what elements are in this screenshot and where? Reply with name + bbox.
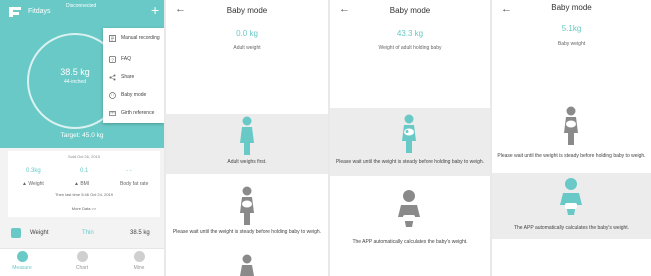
top-bar: Fitdays Disconnected + (0, 0, 164, 22)
tab-chart[interactable]: Chart (67, 251, 97, 276)
body-fat-change-value: - - (126, 168, 132, 174)
step-app-calculates: The APP automatically calculates the bab… (352, 239, 468, 245)
page-title: Baby mode (226, 6, 268, 15)
weight-change-value: 0.3kg (26, 168, 41, 174)
menu-item-girth-reference[interactable]: Girth reference (103, 105, 164, 123)
menu-item-label: FAQ (121, 56, 132, 62)
measure-date: Sold Oct 26, 2019 (67, 154, 101, 159)
weight-change-label: ▲ Weight (22, 181, 44, 187)
holding-weight-label: Weight of adult holding baby (378, 45, 442, 51)
ring-subtext: 44-inched (64, 79, 86, 85)
measure-icon (16, 251, 28, 262)
baby-mode-adult-screen: ← Baby mode 0.0 kg Adult weight Adult we… (166, 0, 328, 276)
summary-card: Sold Oct 26, 2019 0.3kg 0.1 - - ▲ Weight… (8, 151, 160, 217)
girth-icon (109, 111, 116, 116)
svg-text:?: ? (111, 57, 114, 62)
menu-item-label: Manual recording (121, 35, 160, 41)
active-step-panel: Please wait until the weight is steady b… (330, 108, 490, 176)
tab-label: Mine (133, 265, 145, 271)
menu-item-baby-mode[interactable]: Baby mode (103, 87, 164, 105)
menu-item-faq[interactable]: ? FAQ (103, 51, 164, 69)
bmi-change-value: 0.1 (80, 168, 89, 174)
weight-row[interactable]: Weight Thin 38.5 kg (8, 225, 160, 241)
connection-status: Disconnected (66, 3, 97, 9)
bmi-change-label: ▲ BMI (74, 181, 90, 187)
step-wait-steady: Please wait until the weight is steady b… (497, 153, 646, 159)
adult-weight-label: Adult weight (233, 45, 261, 51)
step-wait-steady: Please wait until the weight is steady b… (335, 159, 485, 165)
step-app-calculates: The APP automatically calculates the bab… (513, 225, 630, 231)
tab-mine[interactable]: Mine (124, 251, 154, 276)
bottom-tab-bar: Measure Chart Mine (0, 248, 164, 276)
menu-item-manual-recording[interactable]: Manual recording (103, 30, 164, 48)
body-fat-change-label: Body fat rate (120, 181, 149, 187)
adult-figure-icon (240, 116, 254, 155)
active-step-panel: The APP automatically calculates the bab… (492, 173, 651, 239)
menu-item-share[interactable]: Share (103, 69, 164, 87)
target-weight: Target: 45.0 kg (60, 132, 104, 139)
menu-item-label: Share (121, 74, 135, 80)
fitdays-logo-icon (9, 7, 21, 17)
app-name: Fitdays (28, 8, 51, 15)
holding-weight-value: 43.3 kg (396, 29, 424, 38)
adult-holding-baby-icon (240, 186, 254, 225)
tab-label: Measure (12, 265, 32, 271)
baby-mode-holding-screen: ← Baby mode 43.3 kg Weight of adult hold… (330, 0, 490, 276)
current-weight: 38.5 kg (60, 67, 90, 77)
adult-figure-icon (240, 254, 254, 276)
share-icon (109, 74, 116, 81)
page-title: Baby mode (389, 6, 431, 15)
weight-row-value: 38.5 kg (130, 230, 150, 236)
baby-weight-value: 5.1kg (561, 24, 582, 33)
adult-holding-baby-icon (402, 114, 416, 153)
weight-row-label: Weight (30, 230, 49, 236)
home-screen: Fitdays Disconnected + 38.5 kg 44-inched… (0, 0, 164, 276)
page-title: Baby mode (551, 3, 592, 12)
baby-figure-icon (398, 190, 420, 227)
step-adult-weighs-first: Adult weighs first. (227, 159, 267, 165)
tab-measure[interactable]: Measure (7, 251, 37, 276)
weight-row-status: Thin (82, 230, 94, 236)
adult-weight-value: 0.0 kg (236, 29, 258, 38)
screenshot-collage: Fitdays Disconnected + 38.5 kg 44-inched… (0, 0, 651, 276)
baby-mode-result-screen: ← Baby mode 5.1kg Baby weight Please wai… (492, 0, 651, 276)
active-step-panel: Adult weighs first. (166, 114, 328, 174)
menu-item-label: Baby mode (121, 92, 147, 98)
chart-icon (76, 251, 88, 262)
manual-record-icon (109, 35, 116, 42)
mine-icon (133, 251, 145, 262)
add-menu-button[interactable]: + (151, 3, 159, 17)
step-wait-steady: Please wait until the weight is steady b… (172, 229, 322, 235)
baby-weight-label: Baby weight (557, 41, 586, 47)
scale-icon (11, 228, 21, 238)
tab-label: Chart (75, 265, 89, 271)
compare-time: Then last time 5:46 Oct 24, 2019 (54, 192, 114, 197)
baby-figure-icon (560, 178, 582, 215)
adult-holding-baby-icon (564, 106, 578, 145)
baby-mode-icon (109, 92, 116, 99)
more-data-link[interactable]: More Data >> (8, 206, 160, 211)
menu-item-label: Girth reference (121, 110, 155, 116)
faq-icon: ? (109, 56, 116, 63)
dropdown-menu: Manual recording ? FAQ Share Baby mode G… (103, 28, 164, 123)
